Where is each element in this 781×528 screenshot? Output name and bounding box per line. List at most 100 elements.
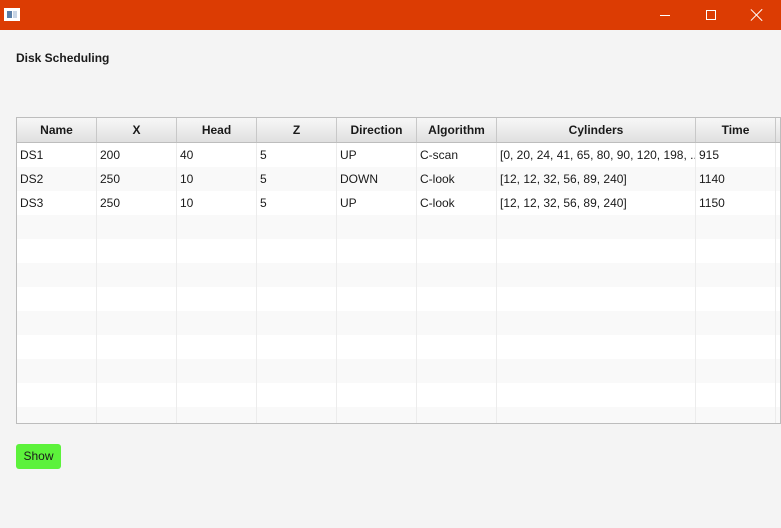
table-row[interactable] — [17, 287, 780, 311]
column-header-algorithm[interactable]: Algorithm — [417, 118, 497, 142]
cell-z — [257, 215, 337, 239]
cell-head: 10 — [177, 167, 257, 191]
cell-algorithm — [417, 359, 497, 383]
cell-head — [177, 239, 257, 263]
cell-direction: DOWN — [337, 167, 417, 191]
cell-direction: UP — [337, 191, 417, 215]
cell-direction — [337, 383, 417, 407]
table-row[interactable] — [17, 407, 780, 423]
cell-x — [97, 215, 177, 239]
cell-name — [17, 383, 97, 407]
cell-z — [257, 287, 337, 311]
maximize-button[interactable] — [688, 0, 734, 30]
table-header: Name X Head Z Direction Algorithm Cylind… — [17, 118, 780, 143]
cell-x — [97, 311, 177, 335]
show-button[interactable]: Show — [16, 444, 61, 469]
cell-direction — [337, 359, 417, 383]
table-row[interactable]: DS3 250 10 5 UP C-look [12, 12, 32, 56, 89, 24… — [17, 191, 780, 215]
cell-algorithm: C-scan — [417, 143, 497, 167]
cell-name — [17, 311, 97, 335]
page-title: Disk Scheduling — [16, 51, 110, 65]
cell-head — [177, 383, 257, 407]
close-icon — [751, 9, 763, 21]
cell-x — [97, 287, 177, 311]
cell-time: 1140 — [696, 167, 776, 191]
cell-name: DS2 — [17, 167, 97, 191]
cell-z — [257, 407, 337, 423]
table-row[interactable] — [17, 311, 780, 335]
cell-algorithm — [417, 335, 497, 359]
cell-x — [97, 335, 177, 359]
cell-cylinders: [0, 20, 24, 41, 65, 80, 90, 120, 198, ..… — [497, 143, 696, 167]
cell-head — [177, 215, 257, 239]
cell-head: 40 — [177, 143, 257, 167]
cell-cylinders: [12, 12, 32, 56, 89, 240] — [497, 191, 696, 215]
cell-z: 5 — [257, 191, 337, 215]
cell-head — [177, 311, 257, 335]
cell-algorithm: C-look — [417, 167, 497, 191]
cell-time — [696, 287, 776, 311]
cell-time — [696, 263, 776, 287]
column-header-direction[interactable]: Direction — [337, 118, 417, 142]
cell-x — [97, 239, 177, 263]
cell-direction: UP — [337, 143, 417, 167]
cell-cylinders — [497, 359, 696, 383]
cell-name — [17, 359, 97, 383]
cell-cylinders: [12, 12, 32, 56, 89, 240] — [497, 167, 696, 191]
cell-head — [177, 263, 257, 287]
table-row[interactable]: DS2 250 10 5 DOWN C-look [12, 12, 32, 56, 89, … — [17, 167, 780, 191]
maximize-icon — [706, 10, 716, 20]
cell-time — [696, 215, 776, 239]
cell-z — [257, 359, 337, 383]
cell-head — [177, 335, 257, 359]
cell-z — [257, 239, 337, 263]
close-button[interactable] — [734, 0, 780, 30]
table-body: DS1 200 40 5 UP C-scan [0, 20, 24, 41, 65, 80,… — [17, 143, 780, 423]
column-header-cylinders[interactable]: Cylinders — [497, 118, 696, 142]
column-header-name[interactable]: Name — [17, 118, 97, 142]
cell-algorithm — [417, 287, 497, 311]
cell-z: 5 — [257, 167, 337, 191]
cell-x — [97, 383, 177, 407]
cell-cylinders — [497, 239, 696, 263]
title-bar — [0, 0, 781, 30]
column-header-time[interactable]: Time — [696, 118, 776, 142]
cell-x: 250 — [97, 167, 177, 191]
cell-x — [97, 263, 177, 287]
cell-x — [97, 407, 177, 423]
column-header-z[interactable]: Z — [257, 118, 337, 142]
cell-x — [97, 359, 177, 383]
cell-cylinders — [497, 215, 696, 239]
cell-cylinders — [497, 383, 696, 407]
minimize-button[interactable] — [642, 0, 688, 30]
cell-z — [257, 335, 337, 359]
cell-cylinders — [497, 263, 696, 287]
cell-cylinders — [497, 335, 696, 359]
cell-head: 10 — [177, 191, 257, 215]
cell-name — [17, 239, 97, 263]
cell-direction — [337, 215, 417, 239]
cell-x: 200 — [97, 143, 177, 167]
cell-algorithm: C-look — [417, 191, 497, 215]
column-header-head[interactable]: Head — [177, 118, 257, 142]
cell-time — [696, 335, 776, 359]
table-row[interactable] — [17, 335, 780, 359]
minimize-icon — [660, 14, 670, 16]
cell-name: DS3 — [17, 191, 97, 215]
cell-algorithm — [417, 383, 497, 407]
cell-head — [177, 407, 257, 423]
cell-direction — [337, 263, 417, 287]
cell-cylinders — [497, 311, 696, 335]
table-row[interactable] — [17, 215, 780, 239]
table-row[interactable] — [17, 239, 780, 263]
cell-direction — [337, 287, 417, 311]
column-header-x[interactable]: X — [97, 118, 177, 142]
table-row[interactable]: DS1 200 40 5 UP C-scan [0, 20, 24, 41, 65, 80,… — [17, 143, 780, 167]
cell-time — [696, 359, 776, 383]
cell-algorithm — [417, 239, 497, 263]
table-row[interactable] — [17, 383, 780, 407]
disk-table[interactable]: Name X Head Z Direction Algorithm Cylind… — [16, 117, 781, 424]
table-row[interactable] — [17, 263, 780, 287]
table-row[interactable] — [17, 359, 780, 383]
cell-time — [696, 311, 776, 335]
